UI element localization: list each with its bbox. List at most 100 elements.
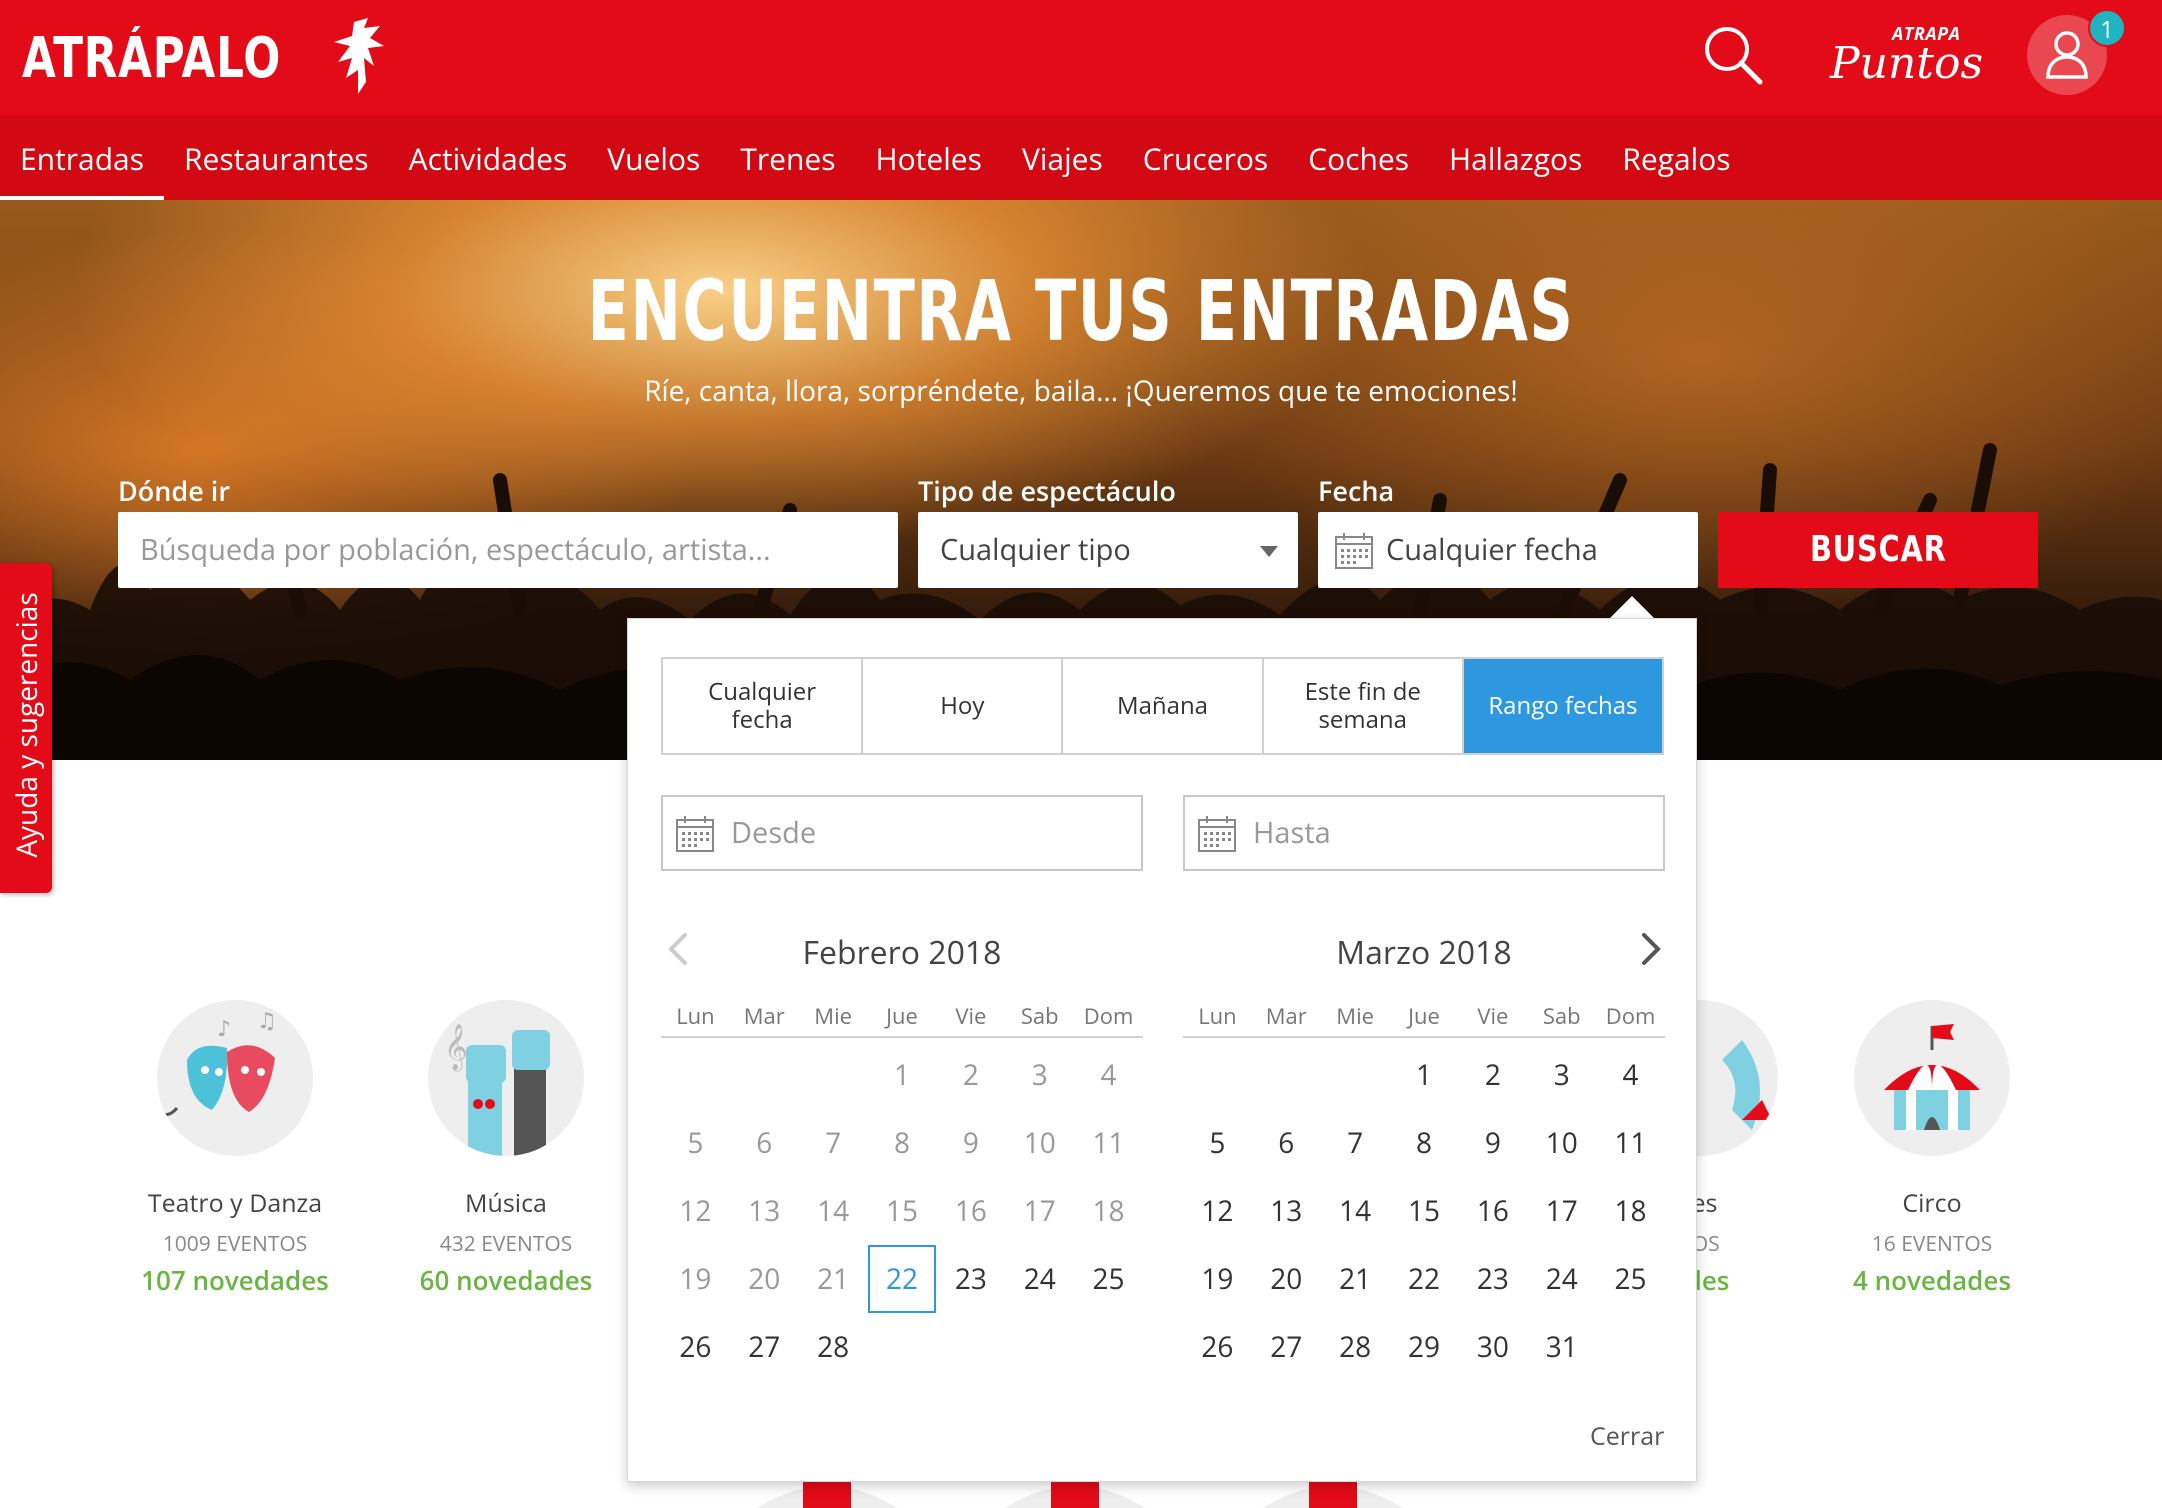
nav-item-coches[interactable]: Coches: [1288, 115, 1429, 200]
date-value: Cualquier fecha: [1386, 530, 1598, 569]
empty-day-cell: [661, 1041, 730, 1109]
date-select[interactable]: Cualquier fecha: [1318, 512, 1698, 588]
nav-item-hallazgos[interactable]: Hallazgos: [1429, 115, 1602, 200]
day-cell[interactable]: 6: [1252, 1109, 1321, 1177]
day-cell[interactable]: 8: [1390, 1109, 1459, 1177]
empty-day-cell: [1321, 1041, 1390, 1109]
nav-item-restaurantes[interactable]: Restaurantes: [164, 115, 389, 200]
dropdown-caret-icon: [1260, 546, 1278, 557]
day-cell[interactable]: 19: [1183, 1245, 1252, 1313]
weekday-label: Jue: [1408, 1001, 1440, 1031]
show-type-select[interactable]: Cualquier tipo: [918, 512, 1298, 588]
day-cell: 13: [748, 1192, 781, 1230]
weekday-label: Lun: [676, 1001, 715, 1031]
day-cell[interactable]: 12: [1183, 1177, 1252, 1245]
day-cell[interactable]: 5: [1183, 1109, 1252, 1177]
day-cell[interactable]: 23: [1458, 1245, 1527, 1313]
nav-item-hoteles[interactable]: Hoteles: [856, 115, 1002, 200]
calendar-icon: [1198, 816, 1236, 852]
calendar-month-2: Lun Mar Mie Jue Vie Sab Dom 1 2 3 4 5 6 7 8 9 10 11 12 13 1…: [1183, 994, 1665, 1381]
next-month-chevron-icon[interactable]: [1630, 929, 1670, 969]
day-cell: 18: [1092, 1192, 1125, 1230]
day-cell[interactable]: 18: [1596, 1177, 1665, 1245]
atrapa-puntos-link[interactable]: ATRAPA Puntos: [1826, 20, 1983, 90]
quick-option-0[interactable]: Cualquier fecha: [663, 659, 864, 753]
day-cell[interactable]: 11: [1596, 1109, 1665, 1177]
category-musica[interactable]: 𝄞 Música 432 EVENTOS 60 novedades: [366, 1000, 646, 1298]
show-type-value: Cualquier tipo: [940, 530, 1131, 569]
day-cell[interactable]: 26: [1183, 1313, 1252, 1381]
category-icon-circle: ♪ ♫: [157, 1000, 313, 1156]
category-icon-circle: [1854, 1000, 2010, 1156]
notification-badge: 1: [2088, 9, 2126, 47]
category-circo[interactable]: Circo 16 EVENTOS 4 novedades: [1792, 1000, 2072, 1298]
nav-item-actividades[interactable]: Actividades: [389, 115, 588, 200]
day-cell[interactable]: 24: [1005, 1245, 1074, 1313]
day-cell[interactable]: 24: [1527, 1245, 1596, 1313]
search-button[interactable]: BUSCAR: [1718, 512, 2038, 588]
nav-item-entradas[interactable]: Entradas: [0, 115, 165, 200]
where-search-input[interactable]: Búsqueda por población, espectáculo, art…: [118, 512, 898, 588]
nav-item-trenes[interactable]: Trenes: [720, 115, 855, 200]
day-cell[interactable]: 23: [936, 1245, 1005, 1313]
day-cell[interactable]: 9: [1458, 1109, 1527, 1177]
day-cell[interactable]: 7: [1321, 1109, 1390, 1177]
day-cell[interactable]: 25: [1074, 1245, 1143, 1313]
svg-text:♫: ♫: [257, 1005, 277, 1035]
day-cell[interactable]: 15: [1390, 1177, 1459, 1245]
day-cell[interactable]: 31: [1527, 1313, 1596, 1381]
date-label: Fecha: [1318, 472, 1395, 509]
search-icon[interactable]: [1700, 22, 1766, 88]
calendar-icon: [1335, 533, 1373, 569]
day-cell[interactable]: 22: [1390, 1245, 1459, 1313]
quick-option-4[interactable]: Rango fechas: [1463, 659, 1663, 753]
nav-item-cruceros[interactable]: Cruceros: [1123, 115, 1288, 200]
day-cell[interactable]: 28: [1321, 1313, 1390, 1381]
day-cell[interactable]: 4: [1596, 1041, 1665, 1109]
quick-option-1[interactable]: Hoy: [863, 659, 1064, 753]
atrapalo-logo[interactable]: ATRÁPALO: [22, 18, 394, 98]
day-cell[interactable]: 17: [1527, 1177, 1596, 1245]
day-cell[interactable]: 13: [1252, 1177, 1321, 1245]
day-cell[interactable]: 10: [1527, 1109, 1596, 1177]
nav-item-vuelos[interactable]: Vuelos: [587, 115, 720, 200]
category-name: Circo: [1902, 1186, 1962, 1220]
category-news: 107 novedades: [141, 1262, 329, 1298]
day-cell[interactable]: 26: [661, 1313, 730, 1381]
day-cell: 19: [679, 1260, 712, 1298]
day-cell[interactable]: 21: [1321, 1245, 1390, 1313]
day-cell[interactable]: 29: [1390, 1313, 1459, 1381]
day-cell[interactable]: 28: [799, 1313, 868, 1381]
date-to-placeholder: Hasta: [1253, 813, 1331, 852]
main-nav: Entradas Restaurantes Actividades Vuelos Tre…: [0, 115, 2162, 200]
day-cell: 11: [1092, 1124, 1125, 1162]
weekday-label: Mar: [1265, 1001, 1307, 1031]
quick-option-3[interactable]: Este fin de semana: [1264, 659, 1464, 753]
date-from-input[interactable]: Desde: [661, 795, 1143, 871]
category-teatro-danza[interactable]: ♪ ♫ Teatro y Danza 1009 EVENTOS 107 nove…: [95, 1000, 375, 1298]
day-cell: 12: [679, 1192, 712, 1230]
day-cell: 3: [1031, 1056, 1048, 1094]
day-cell[interactable]: 20: [1252, 1245, 1321, 1313]
logo-text: ATRÁPALO: [22, 25, 282, 91]
day-cell: 15: [885, 1192, 918, 1230]
day-cell[interactable]: 14: [1321, 1177, 1390, 1245]
date-to-input[interactable]: Hasta: [1183, 795, 1665, 871]
empty-day-cell: [730, 1041, 799, 1109]
day-cell[interactable]: 16: [1458, 1177, 1527, 1245]
month-title: Febrero 2018: [802, 931, 1002, 974]
help-feedback-tab[interactable]: Ayuda y sugerencias: [0, 563, 52, 893]
day-cell[interactable]: 3: [1527, 1041, 1596, 1109]
day-cell[interactable]: 2: [1458, 1041, 1527, 1109]
close-datepicker-link[interactable]: Cerrar: [1590, 1419, 1664, 1453]
nav-item-viajes[interactable]: Viajes: [1002, 115, 1123, 200]
day-cell-today[interactable]: 22: [867, 1245, 937, 1313]
nav-item-regalos[interactable]: Regalos: [1602, 115, 1750, 200]
day-cell[interactable]: 1: [1390, 1041, 1459, 1109]
day-cell[interactable]: 25: [1596, 1245, 1665, 1313]
day-cell[interactable]: 27: [1252, 1313, 1321, 1381]
weekday-label: Dom: [1605, 1001, 1656, 1031]
quick-option-2[interactable]: Mañana: [1063, 659, 1264, 753]
day-cell[interactable]: 30: [1458, 1313, 1527, 1381]
day-cell[interactable]: 27: [730, 1313, 799, 1381]
